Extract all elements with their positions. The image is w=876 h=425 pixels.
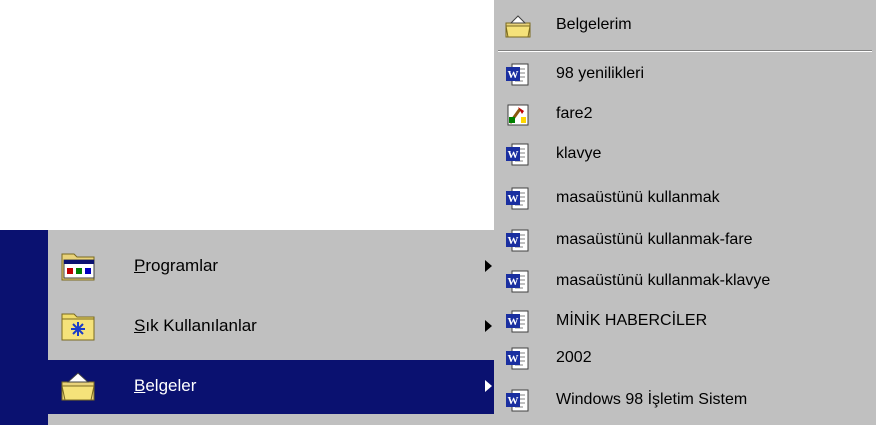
word-document-icon: W [504,268,532,296]
svg-text:W: W [508,276,519,288]
submenu-arrow-icon [485,320,492,332]
submenu-separator [498,50,872,52]
svg-text:W: W [508,235,519,247]
start-menu-item-favorites[interactable]: Sık Kullanılanlar [48,300,500,354]
programs-mnemonic: P [134,256,146,275]
documents-submenu: Belgelerim W 98 yenilikleri fare2 W klav… [494,0,876,425]
submenu-item-document[interactable]: W masaüstünü kullanmak [494,179,876,219]
word-document-icon: W [504,141,532,169]
submenu-item-label: Windows 98 İşletim Sistem [556,391,748,408]
submenu-item-label: 98 yenilikleri [556,65,645,82]
paint-document-icon [504,101,532,129]
documents-mnemonic: B [134,376,146,395]
start-menu: Programlar Sık Kullanılanlar Belgeler [48,230,500,425]
submenu-item-label: klavye [556,145,602,162]
word-document-icon: W [504,345,532,373]
start-menu-side-band [0,230,48,425]
svg-text:W: W [508,149,519,161]
submenu-item-document[interactable]: W Windows 98 İşletim Sistem [494,381,876,421]
start-menu-item-documents[interactable]: Belgeler [48,360,500,414]
submenu-item-label: MİNİK HABERCİLER [556,312,708,329]
start-menu-item-programs[interactable]: Programlar [48,240,500,294]
svg-text:W: W [508,69,519,81]
svg-text:W: W [508,316,519,328]
submenu-item-label: Belgelerim [556,16,632,33]
word-document-icon: W [504,227,532,255]
submenu-item-document[interactable]: W klavye [494,135,876,175]
svg-text:W: W [508,193,519,205]
documents-label: elgeler [145,376,197,395]
submenu-item-document[interactable]: W masaüstünü kullanmak-fare [494,221,876,261]
submenu-item-document[interactable]: fare2 [494,95,876,135]
submenu-item-label: fare2 [556,105,593,122]
programs-label: rogramlar [145,256,219,275]
submenu-item-label: masaüstünü kullanmak-fare [556,231,753,248]
favorites-folder-icon [58,308,98,344]
programs-folder-icon [58,248,98,284]
submenu-item-label: masaüstünü kullanmak [556,189,720,206]
word-document-icon: W [504,185,532,213]
documents-folder-icon [58,368,98,404]
submenu-item-document[interactable]: W 98 yenilikleri [494,55,876,95]
word-document-icon: W [504,387,532,415]
word-document-icon: W [504,308,532,336]
submenu-item-document[interactable]: W MİNİK HABERCİLER [494,302,876,342]
submenu-arrow-icon [485,380,492,392]
submenu-item-document[interactable]: W 2002 [494,339,876,379]
my-documents-folder-icon [504,12,532,40]
svg-text:W: W [508,353,519,365]
submenu-item-label: masaüstünü kullanmak-klavye [556,272,771,289]
svg-text:W: W [508,395,519,407]
word-document-icon: W [504,61,532,89]
submenu-item-my-documents[interactable]: Belgelerim [494,6,876,46]
submenu-arrow-icon [485,260,492,272]
favorites-label: ık Kullanılanlar [145,316,257,335]
submenu-item-label: 2002 [556,349,592,366]
favorites-mnemonic: S [134,316,146,335]
submenu-item-document[interactable]: W masaüstünü kullanmak-klavye [494,262,876,302]
